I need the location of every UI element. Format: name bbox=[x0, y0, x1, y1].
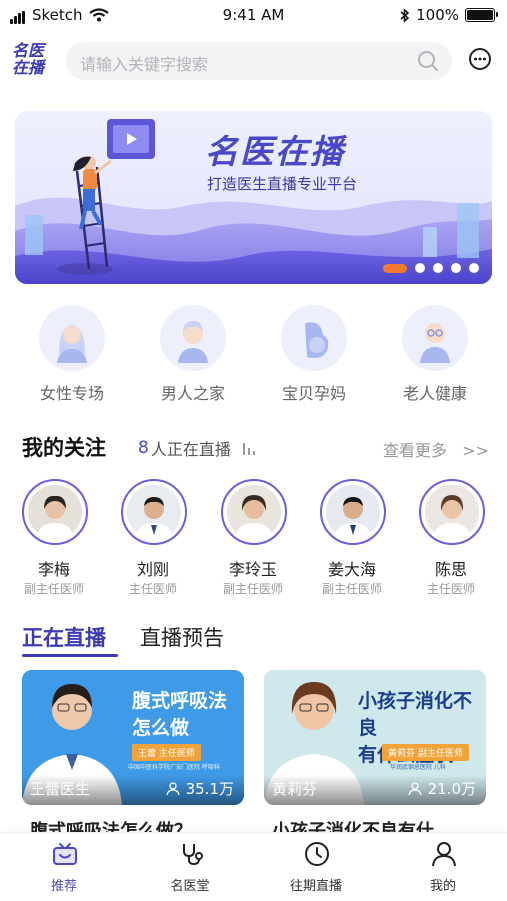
logo-line-1: 名医 bbox=[12, 41, 45, 60]
carousel-dot-active[interactable] bbox=[383, 263, 407, 273]
category-label: 宝贝孕妈 bbox=[281, 384, 346, 403]
doctor-item[interactable]: 刘刚 主任医师 bbox=[107, 479, 199, 609]
carousel-dot[interactable] bbox=[469, 263, 479, 273]
tabbar-label: 我的 bbox=[429, 879, 456, 894]
card-badge: 王蕾 主任医师 bbox=[132, 744, 201, 761]
category-elderly[interactable]: 老人健康 bbox=[385, 305, 485, 405]
bottom-tab-bar: 推荐 名医堂 往期直播 我的 bbox=[0, 832, 507, 901]
doctor-item[interactable]: 李玲玉 副主任医师 bbox=[207, 479, 299, 609]
doctor-title: 副主任医师 bbox=[23, 582, 84, 596]
card-hospital: 华润武钢总医院 儿科 bbox=[390, 764, 446, 771]
banner-title: 名医在播 bbox=[205, 132, 345, 171]
viewers-icon bbox=[407, 781, 422, 795]
card-caption[interactable]: 腹式呼吸法怎么做？ bbox=[30, 817, 252, 833]
app-logo[interactable]: 名医 在播 bbox=[12, 42, 54, 78]
search-placeholder: 请输入关键字搜索 bbox=[80, 55, 209, 74]
search-bar[interactable]: 请输入关键字搜索 bbox=[66, 42, 452, 80]
category-label: 男人之家 bbox=[160, 384, 225, 403]
doctor-title: 主任医师 bbox=[128, 582, 177, 596]
carousel-dot[interactable] bbox=[415, 263, 425, 273]
doctor-avatar bbox=[419, 479, 485, 545]
tab-live-preview[interactable]: 直播预告 bbox=[140, 622, 224, 652]
view-more-arrow: >> bbox=[462, 441, 489, 460]
tabbar-label: 往期直播 bbox=[289, 879, 342, 894]
banner-subtitle: 打造医生直播专业平台 bbox=[207, 175, 358, 193]
tab-live-now[interactable]: 正在直播 bbox=[22, 622, 106, 652]
live-count-text: 人正在直播 bbox=[150, 440, 231, 459]
live-count-number: 8 bbox=[138, 438, 149, 458]
card-headline: 腹式呼吸法 怎么做 bbox=[132, 688, 227, 742]
card-views-count: 35.1万 bbox=[185, 780, 234, 798]
doctor-name: 陈思 bbox=[434, 560, 467, 579]
category-pregnancy[interactable]: 宝贝孕妈 bbox=[264, 305, 364, 405]
doctor-item[interactable]: 李梅 副主任医师 bbox=[8, 479, 100, 609]
clock-icon bbox=[305, 842, 329, 866]
carousel-dot[interactable] bbox=[451, 263, 461, 273]
doctor-name: 刘刚 bbox=[136, 560, 169, 579]
live-bars-icon bbox=[242, 443, 255, 455]
card-headline-line: 怎么做 bbox=[132, 717, 190, 739]
tabbar-item-recommend[interactable]: 推荐 bbox=[14, 841, 114, 897]
message-icon[interactable] bbox=[468, 47, 492, 71]
live-card[interactable]: 小孩子消化不良 有什么症状 黄莉芬 副主任医师 华润武钢总医院 儿科 黄莉芬 2… bbox=[264, 670, 486, 805]
category-label: 女性专场 bbox=[39, 384, 104, 403]
card-views: 35.1万 bbox=[165, 778, 234, 799]
woman-icon bbox=[39, 305, 105, 371]
follow-section-title: 我的关注 bbox=[22, 436, 106, 460]
card-headline-line: 小孩子消化不良 bbox=[358, 690, 473, 739]
tabbar-item-mine[interactable]: 我的 bbox=[393, 841, 493, 897]
card-hospital: 中国中医科学院广安门医院 呼吸科 bbox=[128, 764, 220, 771]
card-views: 21.0万 bbox=[407, 778, 476, 799]
doctor-name: 李玲玉 bbox=[228, 560, 277, 579]
battery-percent: 100% bbox=[416, 6, 459, 24]
live-card[interactable]: 腹式呼吸法 怎么做 王蕾 主任医师 中国中医科学院广安门医院 呼吸科 王蕾医生 … bbox=[22, 670, 244, 805]
doctor-avatar bbox=[320, 479, 386, 545]
doctor-title: 副主任医师 bbox=[321, 582, 382, 596]
tabbar-label: 名医堂 bbox=[170, 879, 210, 894]
doctor-name: 姜大海 bbox=[327, 560, 376, 579]
status-bar: Sketch 9:41 AM 100% bbox=[0, 0, 507, 30]
promo-banner[interactable]: 名医在播 打造医生直播专业平台 bbox=[15, 111, 492, 284]
doctor-item[interactable]: 陈思 主任医师 bbox=[405, 479, 497, 609]
category-women[interactable]: 女性专场 bbox=[22, 305, 122, 405]
battery-icon bbox=[465, 8, 498, 22]
card-views-count: 21.0万 bbox=[427, 780, 476, 798]
status-right: 100% bbox=[400, 6, 498, 24]
doctor-name: 李梅 bbox=[37, 560, 70, 579]
tab-active-underline bbox=[22, 654, 118, 657]
card-badge: 黄莉芬 副主任医师 bbox=[382, 744, 469, 761]
carousel-dot[interactable] bbox=[433, 263, 443, 273]
stethoscope-icon bbox=[183, 844, 203, 866]
category-label: 老人健康 bbox=[402, 384, 467, 403]
card-headline-line: 腹式呼吸法 bbox=[132, 690, 228, 712]
card-caption[interactable]: 小孩子消化不良有什 bbox=[272, 817, 494, 833]
search-icon[interactable] bbox=[416, 49, 440, 73]
tabbar-item-doctors[interactable]: 名医堂 bbox=[140, 841, 240, 897]
carousel-indicator[interactable] bbox=[383, 263, 479, 273]
doctor-avatar bbox=[221, 479, 287, 545]
tabbar-label: 推荐 bbox=[50, 879, 77, 894]
pregnant-icon bbox=[281, 305, 347, 371]
bluetooth-icon bbox=[400, 7, 410, 23]
man-icon bbox=[160, 305, 226, 371]
view-more-link[interactable]: 查看更多 >> bbox=[383, 437, 489, 461]
person-icon bbox=[432, 842, 456, 867]
live-count: 8 人正在直播 bbox=[138, 436, 257, 460]
doctor-title: 主任医师 bbox=[426, 582, 475, 596]
elder-icon bbox=[402, 305, 468, 371]
tabbar-item-past-live[interactable]: 往期直播 bbox=[266, 841, 366, 897]
doctor-item[interactable]: 姜大海 副主任医师 bbox=[306, 479, 398, 609]
logo-line-2: 在播 bbox=[12, 58, 45, 77]
doctor-avatar bbox=[121, 479, 187, 545]
category-men[interactable]: 男人之家 bbox=[143, 305, 243, 405]
doctor-title: 副主任医师 bbox=[222, 582, 283, 596]
card-doctor-name: 王蕾医生 bbox=[30, 780, 91, 798]
viewers-icon bbox=[165, 781, 180, 795]
card-doctor-name: 黄莉芬 bbox=[272, 780, 318, 798]
view-more-label: 查看更多 bbox=[383, 441, 448, 460]
doctor-avatar bbox=[22, 479, 88, 545]
tv-icon bbox=[53, 843, 77, 865]
